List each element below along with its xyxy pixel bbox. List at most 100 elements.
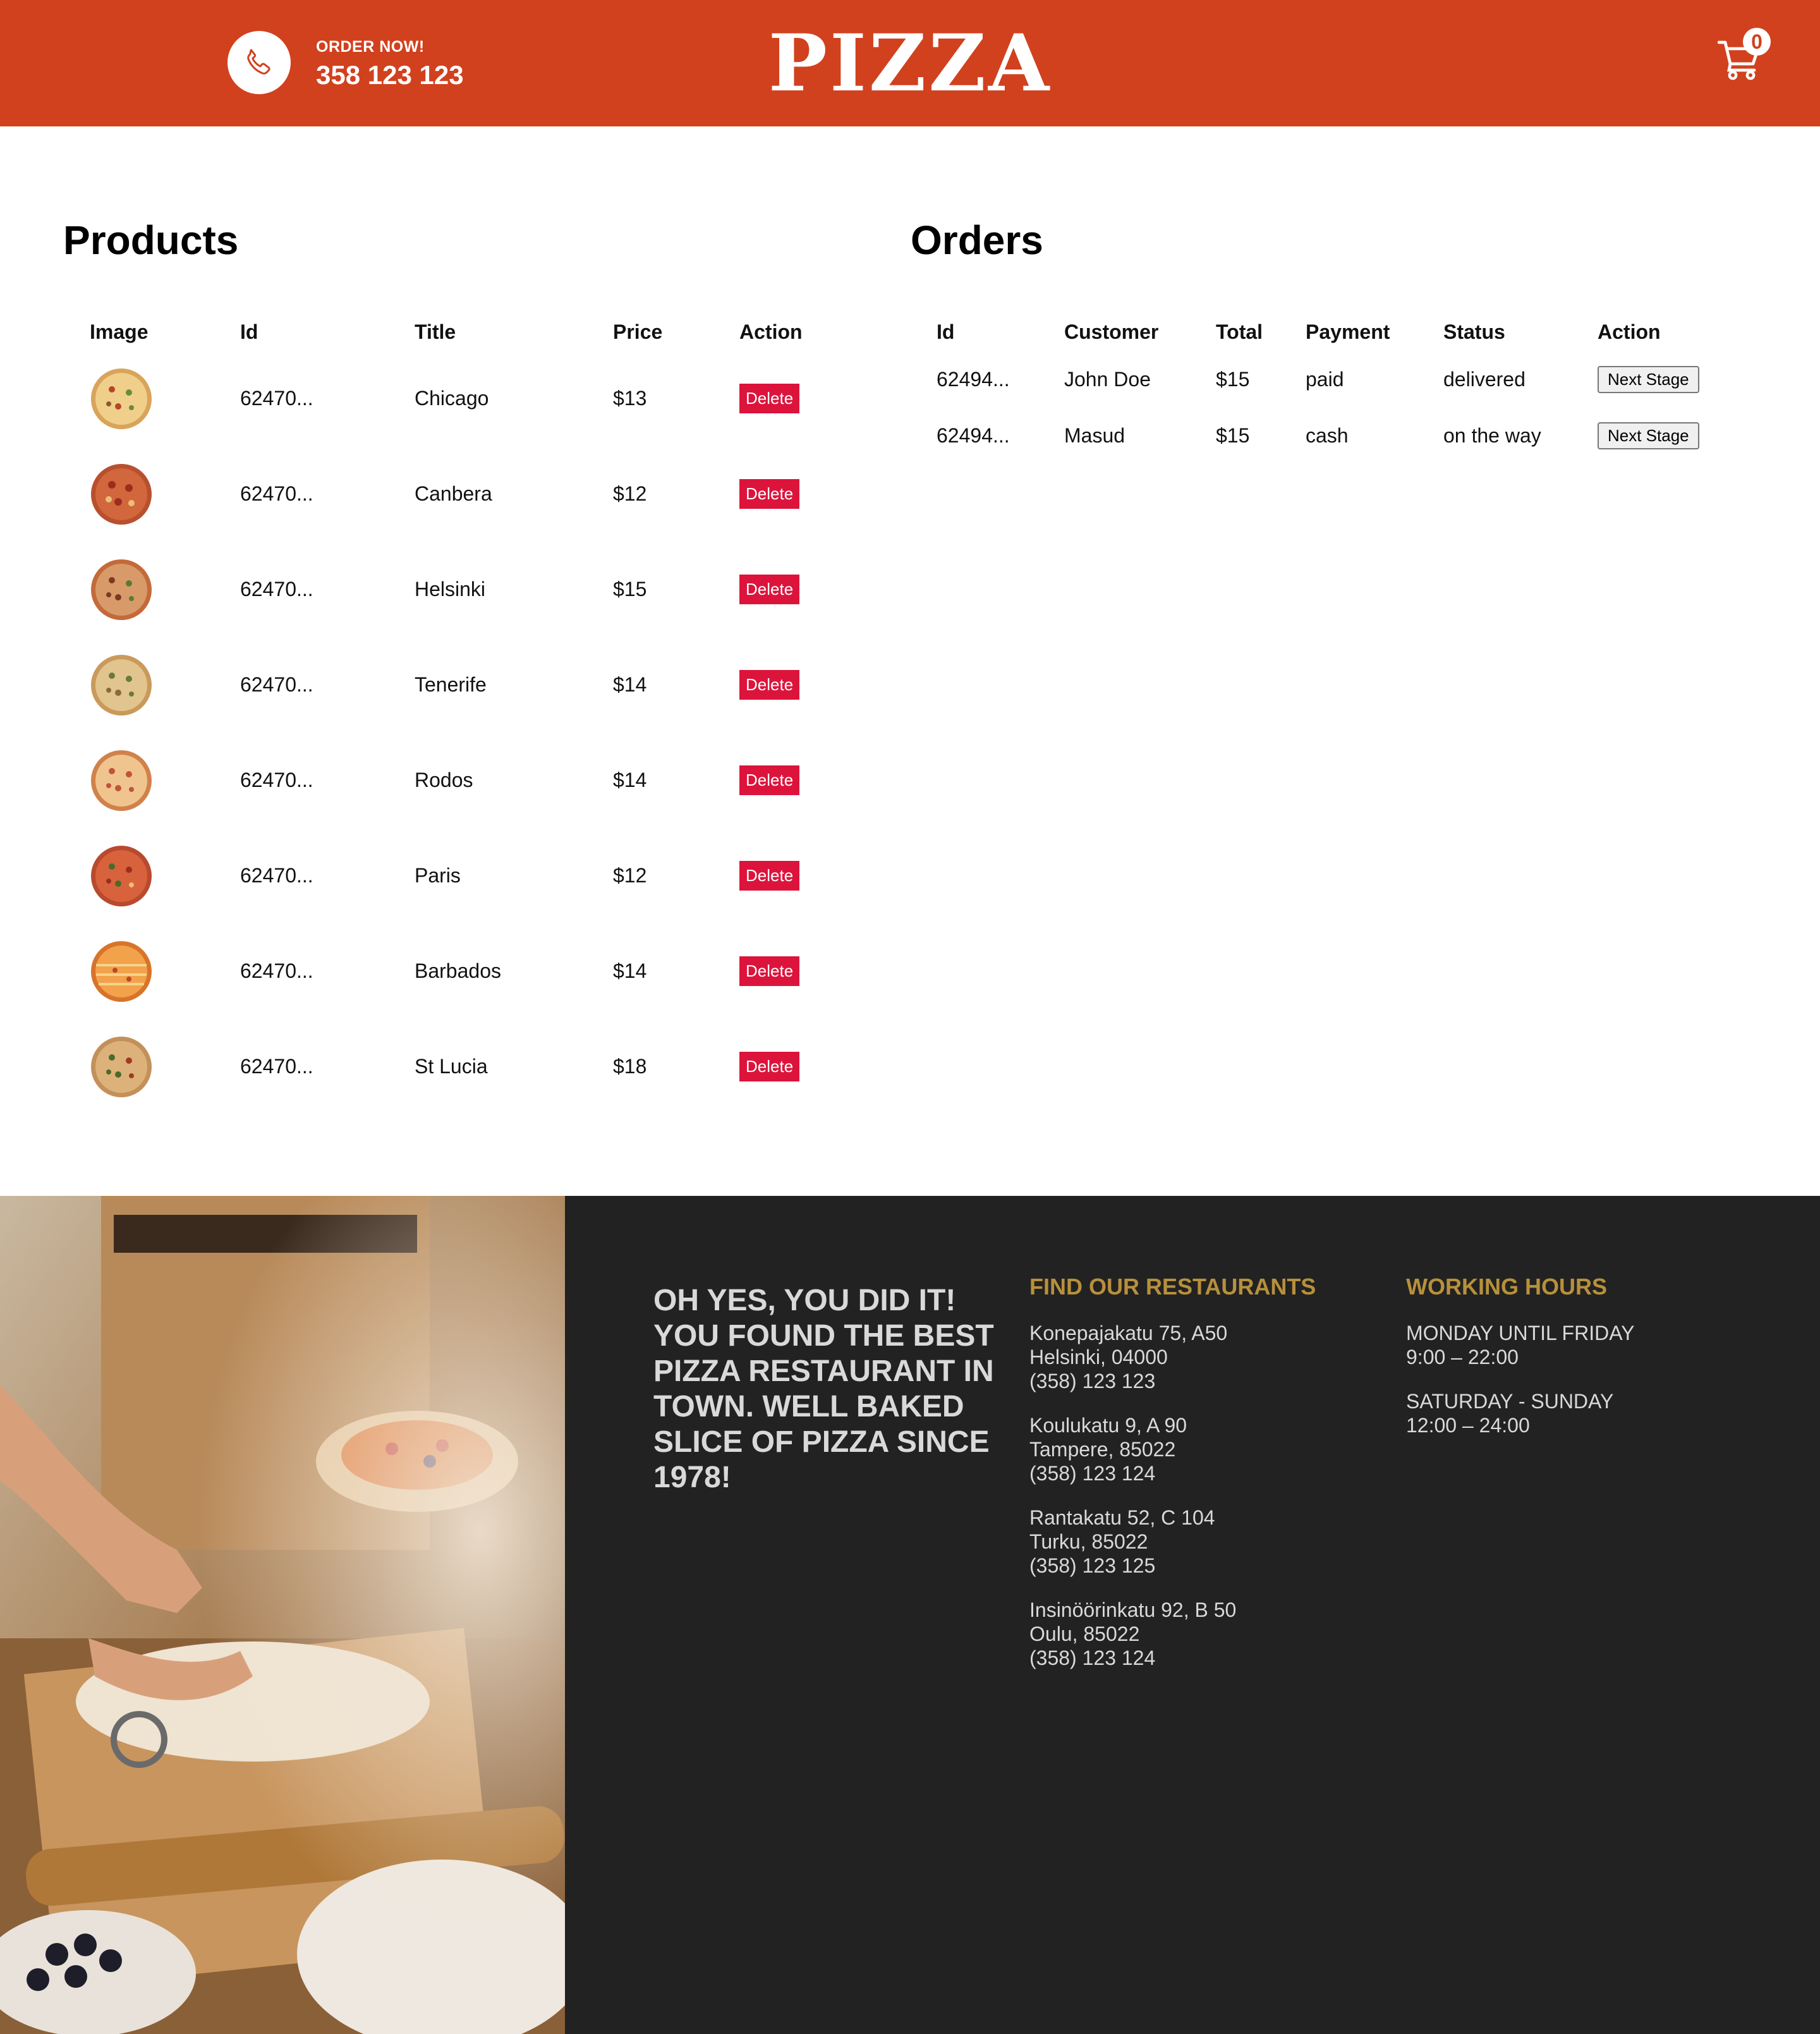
order-status: on the way [1443, 423, 1541, 447]
delete-button[interactable]: Delete [739, 384, 800, 413]
header-action: Action [1598, 320, 1661, 343]
hours-list: MONDAY UNTIL FRIDAY 9:00 – 22:00 SATURDA… [1406, 1321, 1635, 1458]
restaurant-city: Turku, 85022 [1029, 1530, 1148, 1553]
footer: OH YES, YOU DID IT! YOU FOUND THE BEST P… [0, 1196, 1820, 2034]
product-row: 62470... Paris $12 Delete [63, 828, 840, 923]
delete-button[interactable]: Delete [739, 575, 800, 604]
hours-title: WORKING HOURS [1406, 1274, 1607, 1300]
product-title: Helsinki [415, 578, 486, 600]
restaurant-item: Konepajakatu 75, A50 Helsinki, 04000 (35… [1029, 1321, 1236, 1393]
delete-button[interactable]: Delete [739, 479, 800, 509]
restaurant-city: Oulu, 85022 [1029, 1623, 1140, 1645]
product-title: St Lucia [415, 1055, 488, 1078]
order-customer: John Doe [1064, 367, 1151, 391]
product-price: $14 [613, 959, 647, 982]
hours-time: 12:00 – 24:00 [1406, 1414, 1530, 1437]
product-title: Tenerife [415, 673, 487, 696]
restaurant-city: Helsinki, 04000 [1029, 1346, 1168, 1368]
restaurant-address: Konepajakatu 75, A50 [1029, 1322, 1228, 1344]
product-id: 62470... [240, 864, 313, 887]
order-payment: cash [1306, 423, 1349, 447]
phone-icon [247, 49, 270, 75]
order-row: 62494... Masud $15 cash on the way Next … [937, 408, 1711, 463]
delete-button[interactable]: Delete [739, 670, 800, 700]
product-price: $12 [613, 864, 647, 887]
product-id: 62470... [240, 387, 313, 410]
products-header-row: Image Id Title Price Action [63, 313, 840, 351]
restaurant-item: Insinöörinkatu 92, B 50 Oulu, 85022 (358… [1029, 1598, 1236, 1670]
product-row: 62470... Helsinki $15 Delete [63, 542, 840, 637]
header-payment: Payment [1306, 320, 1390, 343]
restaurant-phone: (358) 123 125 [1029, 1554, 1156, 1577]
restaurant-item: Rantakatu 52, C 104 Turku, 85022 (358) 1… [1029, 1506, 1236, 1578]
hours-days: SATURDAY - SUNDAY [1406, 1390, 1614, 1413]
orders-header-row: Id Customer Total Payment Status Action [937, 313, 1711, 351]
product-price: $18 [613, 1055, 647, 1078]
orders-title: Orders [911, 217, 1043, 263]
restaurant-item: Koulukatu 9, A 90 Tampere, 85022 (358) 1… [1029, 1413, 1236, 1485]
delete-button[interactable]: Delete [739, 956, 800, 986]
hours-item: MONDAY UNTIL FRIDAY 9:00 – 22:00 [1406, 1321, 1635, 1369]
delete-button[interactable]: Delete [739, 861, 800, 891]
product-id: 62470... [240, 482, 313, 505]
pizza-image [91, 559, 152, 620]
product-row: 62470... Canbera $12 Delete [63, 446, 840, 542]
product-title: Chicago [415, 387, 489, 410]
delete-button[interactable]: Delete [739, 1052, 800, 1081]
product-id: 62470... [240, 769, 313, 791]
hours-time: 9:00 – 22:00 [1406, 1346, 1519, 1368]
product-title: Canbera [415, 482, 492, 505]
pizza-image [91, 941, 152, 1002]
product-price: $14 [613, 673, 647, 696]
header-customer: Customer [1064, 320, 1159, 343]
product-row: 62470... Rodos $14 Delete [63, 733, 840, 828]
header-price: Price [613, 320, 663, 343]
product-title: Barbados [415, 959, 501, 982]
order-row: 62494... John Doe $15 paid delivered Nex… [937, 351, 1711, 408]
product-row: 62470... Tenerife $14 Delete [63, 637, 840, 733]
header-image: Image [90, 320, 149, 343]
footer-motto: OH YES, YOU DID IT! YOU FOUND THE BEST P… [653, 1284, 994, 1494]
next-stage-button[interactable]: Next Stage [1598, 365, 1699, 393]
pizza-image [91, 845, 152, 906]
order-now-label: ORDER NOW! [316, 38, 425, 56]
product-price: $12 [613, 482, 647, 505]
products-title: Products [63, 217, 239, 263]
navbar: ORDER NOW! 358 123 123 PIZZA 0 [0, 0, 1820, 126]
header-id: Id [937, 320, 955, 343]
order-status: delivered [1443, 367, 1526, 391]
order-customer: Masud [1064, 423, 1125, 447]
product-price: $15 [613, 578, 647, 600]
pizza-image [91, 654, 152, 716]
call-button[interactable] [228, 31, 291, 94]
order-total: $15 [1216, 367, 1250, 391]
restaurants-list: Konepajakatu 75, A50 Helsinki, 04000 (35… [1029, 1321, 1236, 1690]
order-id: 62494... [937, 423, 1010, 447]
header-id: Id [240, 320, 258, 343]
products-table: Image Id Title Price Action 62470... Chi… [63, 313, 840, 1114]
next-stage-button[interactable]: Next Stage [1598, 422, 1699, 449]
product-title: Rodos [415, 769, 473, 791]
header-status: Status [1443, 320, 1505, 343]
restaurant-address: Insinöörinkatu 92, B 50 [1029, 1599, 1237, 1621]
product-id: 62470... [240, 673, 313, 696]
product-title: Paris [415, 864, 461, 887]
product-id: 62470... [240, 578, 313, 600]
baker-photo [0, 1196, 565, 2034]
cart-counter: 0 [1743, 28, 1771, 56]
order-payment: paid [1306, 367, 1344, 391]
pizza-image [91, 1036, 152, 1097]
restaurant-address: Rantakatu 52, C 104 [1029, 1506, 1215, 1529]
restaurants-title: FIND OUR RESTAURANTS [1029, 1274, 1316, 1300]
pizza-logo[interactable]: PIZZA [768, 18, 1050, 109]
product-row: 62470... Chicago $13 Delete [63, 351, 840, 446]
restaurant-city: Tampere, 85022 [1029, 1438, 1176, 1461]
phone-number[interactable]: 358 123 123 [316, 60, 464, 90]
delete-button[interactable]: Delete [739, 765, 800, 795]
restaurant-phone: (358) 123 124 [1029, 1462, 1156, 1485]
hours-item: SATURDAY - SUNDAY 12:00 – 24:00 [1406, 1389, 1635, 1437]
order-id: 62494... [937, 367, 1010, 391]
product-price: $14 [613, 769, 647, 791]
product-row: 62470... Barbados $14 Delete [63, 923, 840, 1019]
order-total: $15 [1216, 423, 1250, 447]
